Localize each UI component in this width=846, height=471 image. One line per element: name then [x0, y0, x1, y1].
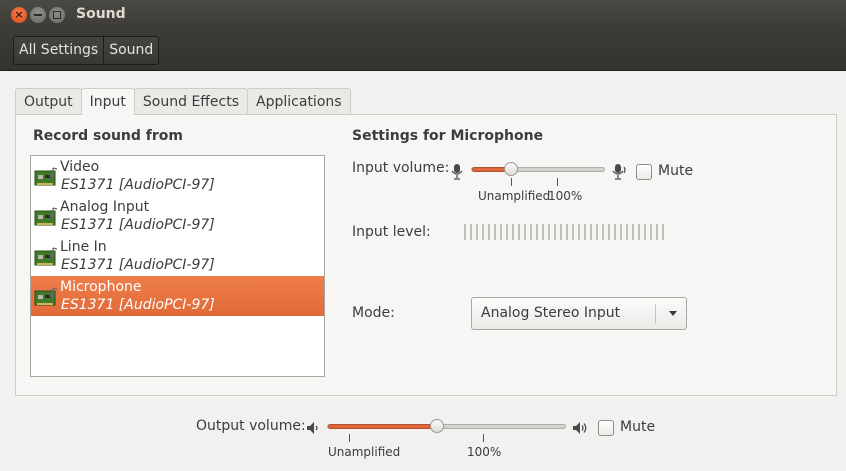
- sound-crumb-button[interactable]: Sound: [103, 37, 158, 64]
- list-item-selected[interactable]: Microphone ES1371 [AudioPCI-97]: [31, 276, 324, 316]
- level-segment: [560, 224, 562, 240]
- level-segment: [662, 224, 664, 240]
- device-description: ES1371 [AudioPCI-97]: [61, 257, 215, 273]
- mode-dropdown[interactable]: Analog Stereo Input: [471, 297, 687, 330]
- level-segment: [584, 224, 586, 240]
- chevron-down-icon: [669, 311, 677, 316]
- level-segment: [638, 224, 640, 240]
- level-segment: [650, 224, 652, 240]
- output-volume-slider[interactable]: [327, 424, 566, 429]
- device-description: ES1371 [AudioPCI-97]: [61, 297, 215, 313]
- input-volume-label: Input volume:: [352, 160, 450, 176]
- device-name: Line In: [60, 239, 107, 255]
- list-item[interactable]: Video ES1371 [AudioPCI-97]: [31, 156, 324, 196]
- tab-applications[interactable]: Applications: [247, 88, 351, 114]
- breadcrumb: All Settings Sound: [13, 36, 160, 65]
- tab-input[interactable]: Input: [80, 88, 135, 115]
- level-segment: [614, 224, 616, 240]
- settings-heading: Settings for Microphone: [352, 128, 544, 144]
- toolbar: All Settings Sound: [0, 30, 846, 71]
- level-segment: [602, 224, 604, 240]
- dropdown-separator: [655, 304, 656, 324]
- level-segment: [518, 224, 520, 240]
- device-description: ES1371 [AudioPCI-97]: [61, 177, 215, 193]
- list-item[interactable]: Analog Input ES1371 [AudioPCI-97]: [31, 196, 324, 236]
- tab-output[interactable]: Output: [15, 88, 82, 114]
- level-segment: [644, 224, 646, 240]
- title-bar: × Sound: [0, 0, 846, 30]
- level-segment: [476, 224, 478, 240]
- list-item[interactable]: Line In ES1371 [AudioPCI-97]: [31, 236, 324, 276]
- speaker-high-icon: [573, 422, 587, 434]
- level-segment: [506, 224, 508, 240]
- sound-card-icon: [34, 207, 58, 226]
- sound-card-icon: [34, 167, 58, 186]
- sound-card-icon: [34, 287, 58, 306]
- input-volume-slider[interactable]: [471, 167, 605, 172]
- level-segment: [530, 224, 532, 240]
- microphone-low-icon: [451, 164, 463, 180]
- level-segment: [590, 224, 592, 240]
- input-tick-label-100: 100%: [548, 189, 583, 203]
- level-segment: [470, 224, 472, 240]
- minimize-window-button[interactable]: [30, 7, 46, 23]
- device-description: ES1371 [AudioPCI-97]: [61, 217, 215, 233]
- output-tick-label-100: 100%: [467, 445, 502, 459]
- level-segment: [542, 224, 544, 240]
- output-volume-knob[interactable]: [430, 419, 444, 433]
- level-segment: [620, 224, 622, 240]
- level-segment: [632, 224, 634, 240]
- input-level-label: Input level:: [352, 224, 431, 240]
- device-name: Microphone: [60, 279, 142, 295]
- sound-card-icon: [34, 247, 58, 266]
- level-segment: [626, 224, 628, 240]
- level-segment: [566, 224, 568, 240]
- window-title: Sound: [76, 6, 126, 22]
- level-segment: [464, 224, 466, 240]
- device-name: Analog Input: [60, 199, 150, 215]
- level-segment: [500, 224, 502, 240]
- device-name: Video: [60, 159, 100, 175]
- output-tick-unamplified: [349, 434, 350, 442]
- speaker-low-icon: [307, 422, 318, 434]
- input-device-list[interactable]: Video ES1371 [AudioPCI-97] Analog Input …: [30, 155, 325, 377]
- level-segment: [554, 224, 556, 240]
- output-volume-label: Output volume:: [196, 418, 306, 434]
- output-mute-label: Mute: [620, 419, 656, 435]
- level-segment: [608, 224, 610, 240]
- level-segment: [512, 224, 514, 240]
- level-segment: [494, 224, 496, 240]
- level-segment: [572, 224, 574, 240]
- record-sound-heading: Record sound from: [33, 128, 183, 144]
- mode-label: Mode:: [352, 305, 395, 321]
- mode-dropdown-value: Analog Stereo Input: [481, 305, 621, 321]
- level-segment: [656, 224, 658, 240]
- level-segment: [548, 224, 550, 240]
- input-level-meter: [464, 224, 664, 240]
- input-volume-knob[interactable]: [504, 162, 518, 176]
- close-window-button[interactable]: ×: [11, 7, 27, 23]
- level-segment: [488, 224, 490, 240]
- input-tick-unamplified: [511, 178, 512, 186]
- output-mute-checkbox[interactable]: [598, 420, 614, 436]
- microphone-high-icon: [612, 164, 626, 180]
- level-segment: [596, 224, 598, 240]
- output-tick-label-unamplified: Unamplified: [328, 445, 401, 459]
- maximize-window-button[interactable]: [49, 7, 65, 23]
- input-tick-100: [557, 178, 558, 186]
- tab-sound-effects[interactable]: Sound Effects: [133, 88, 249, 114]
- level-segment: [578, 224, 580, 240]
- level-segment: [536, 224, 538, 240]
- input-tick-label-unamplified: Unamplified: [478, 189, 551, 203]
- output-volume-fill: [328, 424, 438, 429]
- level-segment: [524, 224, 526, 240]
- tab-bar: Output Input Sound Effects Applications: [15, 88, 351, 115]
- output-tick-100: [483, 434, 484, 442]
- all-settings-button[interactable]: All Settings: [14, 37, 103, 64]
- input-mute-checkbox[interactable]: [636, 164, 652, 180]
- level-segment: [482, 224, 484, 240]
- input-mute-label: Mute: [658, 163, 694, 179]
